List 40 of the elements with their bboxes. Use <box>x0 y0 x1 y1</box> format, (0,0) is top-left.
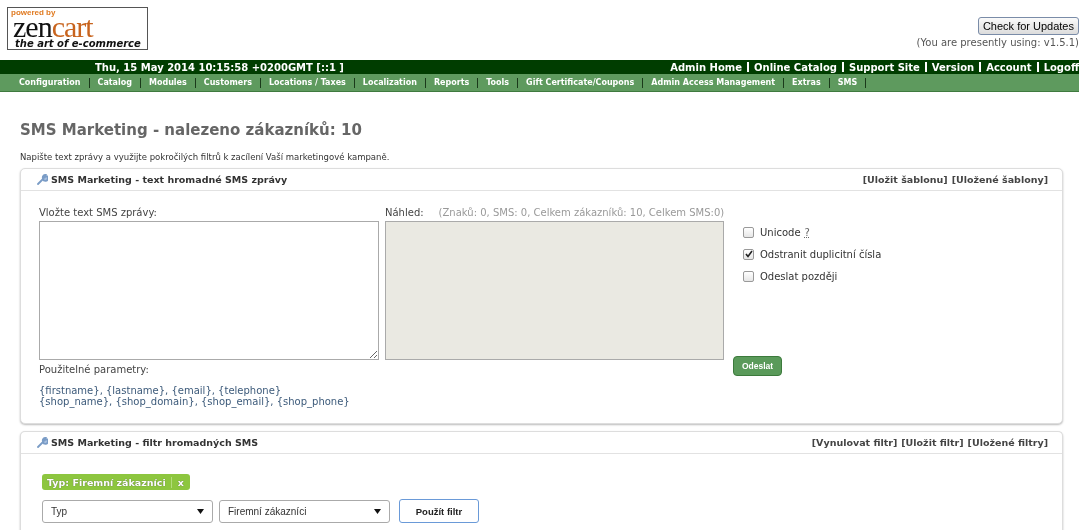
checkbox-label: Unicode <box>760 226 801 238</box>
message-field[interactable] <box>39 221 379 360</box>
parameters-list: {firstname}, {lastname}, {email}, {telephone} <box>39 385 385 396</box>
checkbox[interactable] <box>743 226 754 238</box>
filter-tag-label: Typ: Firemní zákazníci <box>46 476 167 488</box>
panel-link[interactable]: [Vynulovat filtr] <box>811 437 898 448</box>
panel-link[interactable]: [Uložit filtr] <box>901 437 964 448</box>
check-updates-button[interactable]: Check for Updates <box>977 17 1079 35</box>
panel-title: SMS Marketing - text hromadné SMS zprávy <box>51 174 288 185</box>
wrench-icon <box>37 174 48 185</box>
caret-icon <box>197 508 204 514</box>
intro-text: Napište text zprávy a využijte pokročilých filtrů k zacílení Vaší marketingové kampaně. <box>20 152 391 162</box>
checkbox-label: Odeslat později <box>760 270 838 282</box>
checkbox-label: Odstranit duplicitní čísla <box>760 248 882 260</box>
header-link[interactable]: Admin Home <box>670 61 742 73</box>
panel-link[interactable]: [Uložené šablony] <box>951 174 1048 185</box>
header-link[interactable]: Support Site <box>848 61 920 73</box>
parameters-list: {shop_name}, {shop_domain}, {shop_email}, {shop_phone} <box>39 396 385 407</box>
page-title: SMS Marketing - nalezeno zákazníků: 10 <box>20 121 363 139</box>
apply-filter-button[interactable]: Použít filtr <box>399 499 479 523</box>
parameters-label: Použitelné parametry: <box>39 364 150 375</box>
version-text: (You are presently using: v1.5.1) <box>916 37 1079 48</box>
wrench-icon <box>37 437 48 448</box>
filter-select[interactable]: Firemní zákazníci <box>219 499 390 523</box>
panel-link[interactable]: [Uložit šablonu] <box>862 174 948 185</box>
header-link[interactable]: Account <box>986 61 1032 73</box>
preview-label: Náhled: <box>385 207 424 220</box>
help-link[interactable]: ? <box>804 226 810 238</box>
header-link[interactable]: Online Catalog <box>754 61 837 73</box>
panel-title: SMS Marketing - filtr hromadných SMS <box>51 437 259 448</box>
date-time: Thu, 15 May 2014 10:15:58 +0200GMT [::1 ] <box>95 61 345 73</box>
checkbox[interactable] <box>743 270 754 282</box>
panel-link[interactable]: [Uložené filtry] <box>967 437 1048 448</box>
preview-stats: (Znaků: 0, SMS: 0, Celkem zákazníků: 10, Celkem SMS:0) <box>438 207 725 220</box>
checkbox[interactable] <box>743 248 754 260</box>
caret-icon <box>374 508 381 514</box>
header-link[interactable]: Logoff <box>1043 61 1079 73</box>
message-label: Vložte text SMS zprávy: <box>39 207 158 220</box>
header-link[interactable]: Version <box>931 61 975 73</box>
filter-select[interactable]: Typ <box>42 499 213 523</box>
